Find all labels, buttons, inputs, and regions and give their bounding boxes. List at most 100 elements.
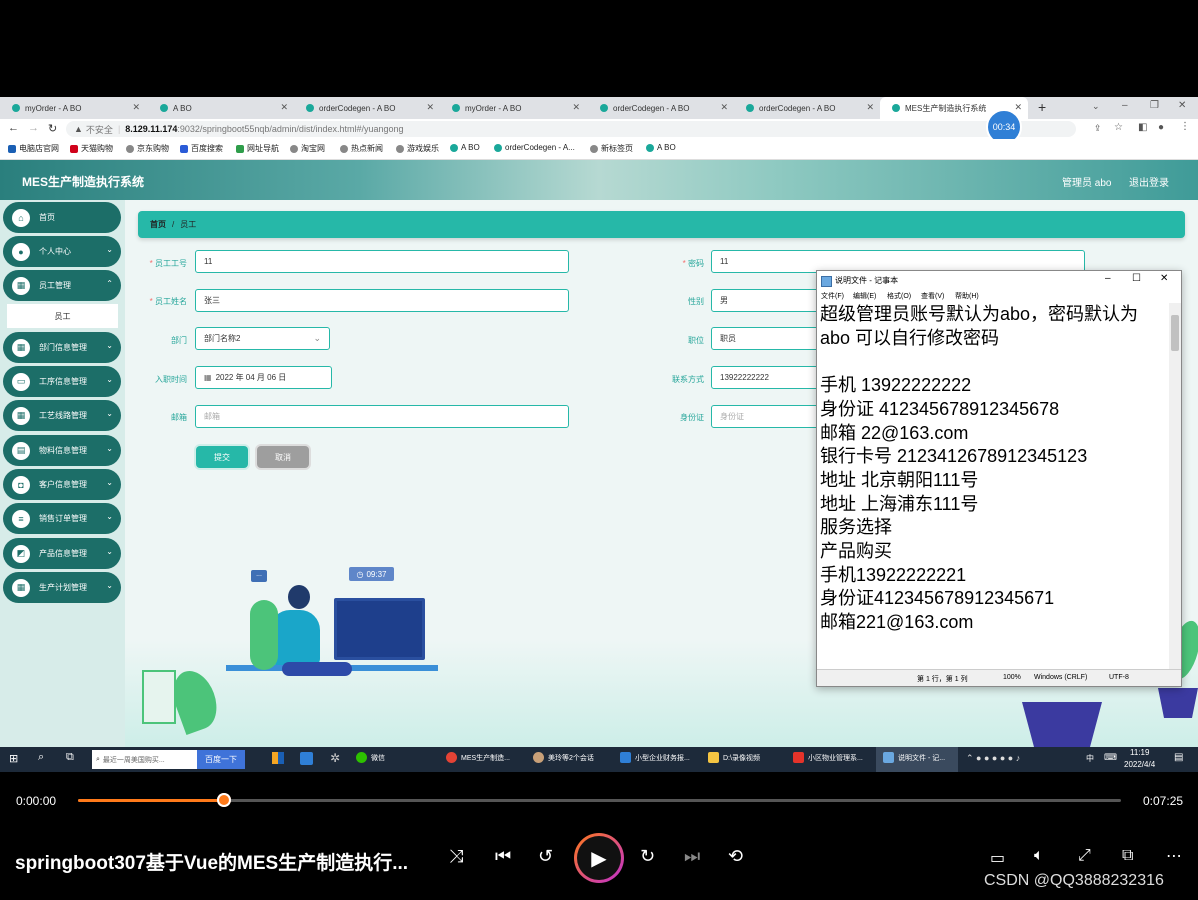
browser-tab[interactable]: myOrder - A BO ✕ [440, 97, 586, 119]
hire-date-picker[interactable]: ▦ 2022 年 04 月 06 日 [195, 366, 332, 389]
browser-tab[interactable]: orderCodegen - A BO ✕ [734, 97, 880, 119]
browser-tab[interactable]: orderCodegen - A BO ✕ [588, 97, 734, 119]
sidebar-item-material[interactable]: ▤ 物料信息管理 ⌄ [3, 435, 121, 466]
tab-search-chevron-icon[interactable]: ⌄ [1092, 101, 1100, 112]
search-icon[interactable]: ⌕ [38, 751, 44, 764]
back-icon[interactable]: ← [8, 122, 19, 134]
progress-bar[interactable] [78, 793, 1121, 807]
email-input[interactable]: 邮箱 [195, 405, 569, 428]
breadcrumb-home[interactable]: 首页 [150, 219, 166, 230]
tray-icons[interactable]: ⌃ ● ● ● ● ● ♪ [966, 753, 1020, 764]
new-tab-button[interactable]: + [1038, 99, 1046, 115]
loop-off-icon[interactable]: ⟲ [728, 846, 743, 867]
play-button[interactable]: ▶ [574, 833, 624, 883]
close-icon[interactable]: ✕ [1014, 102, 1022, 113]
forward-icon[interactable]: → [28, 122, 39, 134]
browser-tab[interactable]: orderCodegen - A BO ✕ [294, 97, 440, 119]
progress-handle[interactable] [217, 793, 232, 807]
taskbar-app-notepad[interactable]: 说明文件 - 记... [883, 752, 945, 763]
rewind-10-icon[interactable]: ↺ [538, 846, 553, 867]
sidebar-item-sales-order[interactable]: ≡ 销售订单管理 ⌄ [3, 503, 121, 534]
close-icon[interactable]: ✕ [572, 102, 580, 113]
bookmark[interactable]: 电脑店官网 [8, 143, 59, 154]
cancel-button[interactable]: 取消 [257, 446, 309, 468]
sidebar-item-customer[interactable]: ◘ 客户信息管理 ⌄ [3, 469, 121, 500]
subtitles-icon[interactable]: ▭ [990, 848, 1005, 868]
dept-select[interactable]: 部门名称2 ⌄ [195, 327, 330, 350]
menu-icon[interactable]: ⋮ [1180, 121, 1190, 132]
bookmark[interactable]: 淘宝网 [290, 143, 325, 154]
idcard-input[interactable]: 身份证 [711, 405, 821, 428]
bookmark[interactable]: 百度搜索 [180, 143, 223, 154]
menu-edit[interactable]: 编辑(E) [853, 291, 876, 301]
baidu-search-button[interactable]: 百度一下 [197, 750, 245, 769]
browser-tab[interactable]: myOrder - A BO ✕ [0, 97, 146, 119]
bookmark[interactable]: 天猫购物 [70, 143, 113, 154]
url-field[interactable]: ▲ 不安全 | 8.129.11.174 :9032/springboot55n… [66, 121, 1076, 137]
taskbar-search-input[interactable]: ⌕ 最近一周美国购买... [92, 750, 197, 769]
sidepanel-icon[interactable]: ◧ [1138, 122, 1147, 133]
taskbar-app-document[interactable]: 小型企业财务报... [620, 752, 690, 763]
notepad-scrollbar[interactable] [1169, 303, 1181, 669]
maximize-icon[interactable]: ☐ [1132, 273, 1141, 284]
notification-icon[interactable]: ▤ [1174, 752, 1183, 763]
sidebar-item-profile[interactable]: ● 个人中心 ⌄ [3, 236, 121, 267]
taskbar-app-wechat[interactable]: 微信 [356, 752, 385, 763]
settings-icon[interactable]: ✲ [330, 751, 340, 765]
close-icon[interactable]: ✕ [720, 102, 728, 113]
close-icon[interactable]: ✕ [866, 102, 874, 113]
close-icon[interactable]: ✕ [132, 102, 140, 113]
bookmark[interactable]: A BO [646, 143, 676, 152]
volume-icon[interactable]: 🔈︎ [1034, 847, 1044, 865]
star-icon[interactable]: ☆ [1114, 122, 1123, 133]
more-options-icon[interactable]: ⋯ [1166, 846, 1182, 866]
sidebar-item-department[interactable]: ▦ 部门信息管理 ⌄ [3, 332, 121, 363]
logout-link[interactable]: 退出登录 [1129, 174, 1169, 189]
ime-indicator[interactable]: 中 [1086, 753, 1094, 764]
sidebar-item-plan[interactable]: ▦ 生产计划管理 ⌄ [3, 572, 121, 603]
minimize-icon[interactable]: – [1105, 273, 1111, 284]
scrollbar-thumb[interactable] [1171, 315, 1179, 351]
bookmark[interactable]: 京东购物 [126, 143, 169, 154]
menu-view[interactable]: 查看(V) [921, 291, 944, 301]
close-icon[interactable]: ✕ [1160, 273, 1168, 284]
notepad-text-area[interactable]: 超级管理员账号默认为abo，密码默认为 abo 可以自行修改密码 手机 1392… [820, 303, 1165, 668]
bookmark[interactable]: A BO [450, 143, 480, 152]
mini-player-icon[interactable]: ⧉ [1122, 847, 1133, 865]
bookmark[interactable]: orderCodegen - A... [494, 143, 575, 152]
close-window-icon[interactable]: ✕ [1178, 100, 1186, 111]
browser-tab[interactable]: A BO ✕ [148, 97, 294, 119]
emp-name-input[interactable]: 张三 [195, 289, 569, 312]
sidebar-item-route[interactable]: ▦ 工艺线路管理 ⌄ [3, 400, 121, 431]
menu-file[interactable]: 文件(F) [821, 291, 844, 301]
taskbar-app-ide[interactable]: 小区物业管理系... [793, 752, 863, 763]
menu-help[interactable]: 帮助(H) [955, 291, 979, 301]
share-icon[interactable]: ⇪ [1094, 123, 1102, 134]
next-icon[interactable]: ⏭ [684, 846, 700, 867]
bookmark[interactable]: 新标签页 [590, 143, 633, 154]
sidebar-item-employee[interactable]: ▦ 员工管理 ⌃ [3, 270, 121, 301]
taskbar-app-folder[interactable]: D:\录像视频 [708, 752, 760, 763]
submit-button[interactable]: 提交 [196, 446, 248, 468]
close-icon[interactable]: ✕ [280, 102, 288, 113]
sidebar-item-product[interactable]: ◩ 产品信息管理 ⌄ [3, 538, 121, 569]
sidebar-item-home[interactable]: ⌂ 首页 [3, 202, 121, 233]
forward-30-icon[interactable]: ↻ [640, 846, 655, 867]
restore-icon[interactable]: ❐ [1150, 100, 1159, 111]
reload-icon[interactable]: ↻ [48, 122, 57, 135]
taskbar-app-chrome[interactable]: MES生产制造... [446, 752, 510, 763]
position-select[interactable]: 职员 [711, 327, 821, 350]
windows-start-icon[interactable]: ⊞ [9, 752, 18, 765]
bookmark[interactable]: 网址导航 [236, 143, 279, 154]
task-view-icon[interactable]: ⧉ [66, 751, 74, 764]
keyboard-icon[interactable]: ⌨ [1104, 752, 1117, 763]
bookmark[interactable]: 热点新闻 [340, 143, 383, 154]
minimize-icon[interactable]: – [1122, 100, 1128, 111]
phone-input[interactable]: 13922222222 [711, 366, 821, 389]
sidebar-subitem-employee[interactable]: 员工 [7, 304, 118, 328]
app-icon[interactable] [272, 752, 284, 764]
fullscreen-icon[interactable]: ⤢ [1078, 847, 1091, 865]
profile-icon[interactable]: ● [1158, 122, 1164, 133]
gender-select[interactable]: 男 [711, 289, 821, 312]
previous-icon[interactable]: ⏮ [495, 846, 511, 867]
